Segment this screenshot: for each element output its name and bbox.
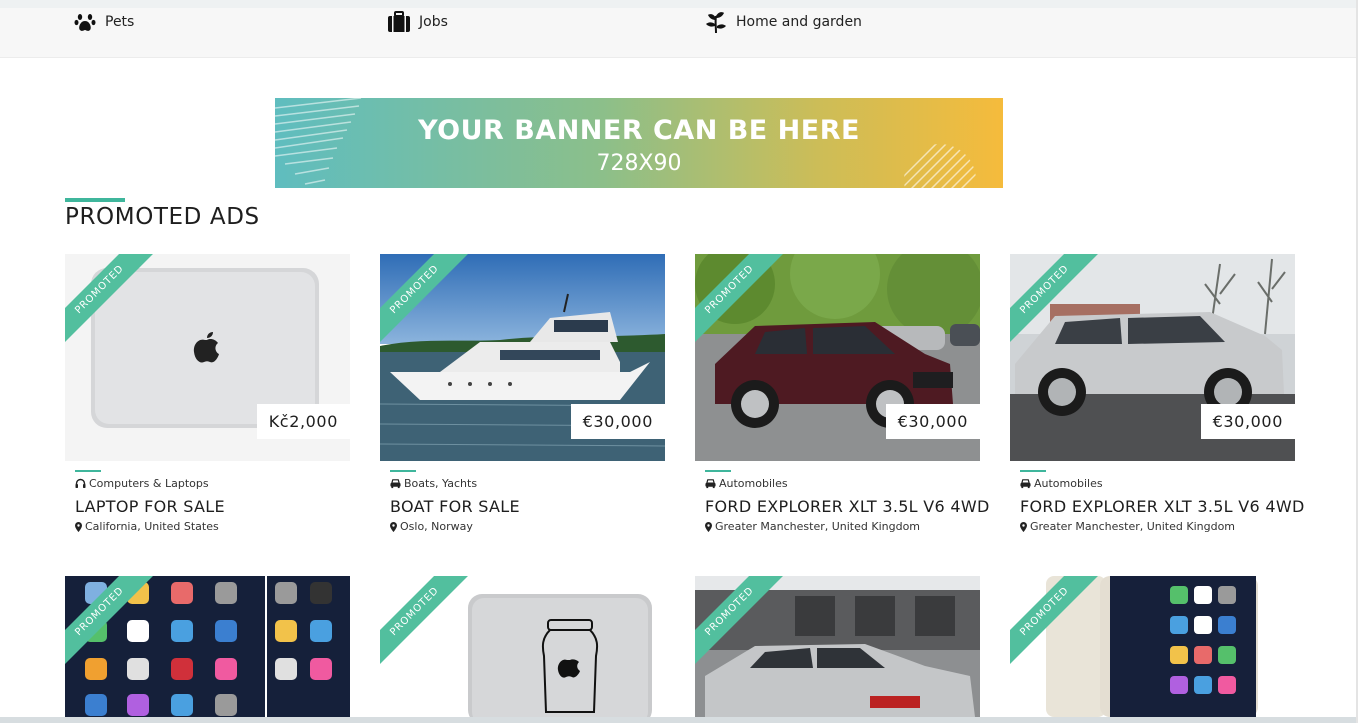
promoted-ribbon: PROMOTED [65,254,153,342]
accent-bar [1020,470,1046,472]
ad-location-label: Greater Manchester, United Kingdom [1030,520,1236,533]
ad-title[interactable]: FORD EXPLORER XLT 3.5L V6 4WD [1020,497,1304,516]
ad-category[interactable]: Computers & Laptops [75,476,345,490]
ad-card[interactable]: PROMOTED [695,576,980,717]
ad-meta: Computers & Laptops LAPTOP FOR SALE Cali… [75,470,345,533]
promoted-label: PROMOTED [1010,254,1098,342]
promoted-label: PROMOTED [695,254,783,342]
ad-category-label: Automobiles [1034,476,1103,490]
ad-category[interactable]: Boats, Yachts [390,476,660,490]
accent-bar [705,470,731,472]
car-icon [1020,478,1031,489]
promoted-label: PROMOTED [380,254,468,342]
promoted-label: PROMOTED [65,576,153,664]
ad-location-label: California, United States [85,520,219,533]
map-pin-icon [1020,521,1027,532]
price-tag: €30,000 [1200,404,1295,439]
promoted-label: PROMOTED [380,576,468,664]
ad-image[interactable]: PROMOTED [1010,576,1295,717]
ad-title[interactable]: LAPTOP FOR SALE [75,497,345,516]
promoted-label: PROMOTED [1010,576,1098,664]
ad-category[interactable]: Automobiles [705,476,975,490]
promoted-ribbon: PROMOTED [1010,576,1098,664]
promoted-ribbon: PROMOTED [695,576,783,664]
ad-location: California, United States [75,520,345,533]
category-link-pets[interactable]: Pets [73,10,134,34]
category-label: Pets [105,14,135,30]
category-label: Jobs [419,14,448,30]
ad-card[interactable]: PROMOTED [1010,576,1295,717]
category-label: Home and garden [736,14,862,30]
ad-category[interactable]: Automobiles [1020,476,1290,490]
plant-icon [704,10,728,34]
ad-image[interactable]: PROMOTED [380,576,665,717]
ad-location: Greater Manchester, United Kingdom [705,520,975,533]
category-link-home-garden[interactable]: Home and garden [704,10,862,34]
ad-card[interactable]: PROMOTED [380,576,665,717]
ad-location: Greater Manchester, United Kingdom [1020,520,1290,533]
ad-category-label: Boats, Yachts [404,476,478,490]
ad-meta: Automobiles FORD EXPLORER XLT 3.5L V6 4W… [1020,470,1304,533]
ad-title[interactable]: FORD EXPLORER XLT 3.5L V6 4WD [705,497,989,516]
map-pin-icon [705,521,712,532]
promoted-ribbon: PROMOTED [380,254,468,342]
map-pin-icon [390,521,397,532]
paw-icon [73,10,97,34]
banner-heading: YOUR BANNER CAN BE HERE [418,115,860,146]
ad-image[interactable]: PROMOTED [65,576,350,717]
category-strip: Pets Jobs Home and garden [0,0,1358,58]
page-bottom-edge [0,717,1358,723]
accent-bar [75,470,101,472]
ad-card[interactable]: PROMOTED €30,000 Boats, Yachts BOAT FOR … [380,254,665,533]
section-title: PROMOTED ADS [65,204,260,230]
promoted-label: PROMOTED [65,254,153,342]
ad-title[interactable]: BOAT FOR SALE [390,497,660,516]
map-pin-icon [75,521,82,532]
accent-bar [390,470,416,472]
ad-location-label: Greater Manchester, United Kingdom [715,520,921,533]
ad-location: Oslo, Norway [390,520,660,533]
ad-card[interactable]: PROMOTED Kč2,000 Computers & Laptops LAP… [65,254,350,533]
ad-image[interactable]: PROMOTED [695,576,980,717]
banner-size: 728X90 [596,151,682,176]
ad-category-label: Computers & Laptops [89,476,209,490]
ad-image[interactable]: PROMOTED €30,000 [695,254,980,461]
ad-meta: Boats, Yachts BOAT FOR SALE Oslo, Norway [390,470,660,533]
ad-image[interactable]: PROMOTED Kč2,000 [65,254,350,461]
promoted-label: PROMOTED [695,576,783,664]
category-link-jobs[interactable]: Jobs [387,10,448,34]
ad-location-label: Oslo, Norway [400,520,473,533]
car-icon [705,478,716,489]
car-icon [390,478,401,489]
promoted-ribbon: PROMOTED [65,576,153,664]
price-tag: Kč2,000 [256,404,350,439]
ad-card[interactable]: PROMOTED €30,000 Automobiles FORD EXPLOR… [695,254,989,533]
ad-image[interactable]: PROMOTED €30,000 [1010,254,1295,461]
price-tag: €30,000 [885,404,980,439]
briefcase-icon [387,10,411,34]
ad-card[interactable]: PROMOTED [65,576,350,717]
ad-image[interactable]: PROMOTED €30,000 [380,254,665,461]
ad-banner[interactable]: YOUR BANNER CAN BE HERE 728X90 [275,98,1003,188]
price-tag: €30,000 [570,404,665,439]
ad-card[interactable]: PROMOTED €30,000 Automobiles FORD EXPLOR… [1010,254,1304,533]
headphones-icon [75,478,86,489]
promoted-ribbon: PROMOTED [695,254,783,342]
promoted-ribbon: PROMOTED [380,576,468,664]
ad-meta: Automobiles FORD EXPLORER XLT 3.5L V6 4W… [705,470,989,533]
ad-category-label: Automobiles [719,476,788,490]
promoted-ribbon: PROMOTED [1010,254,1098,342]
section-accent-bar [65,198,125,202]
